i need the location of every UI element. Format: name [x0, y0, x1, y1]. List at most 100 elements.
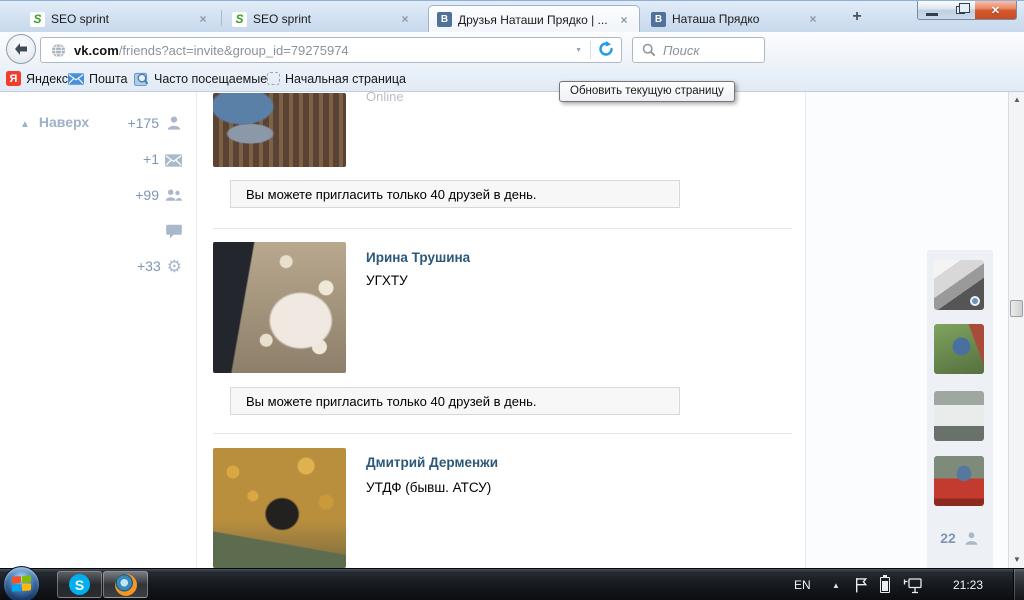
- scrollbar[interactable]: ▲ ▼: [1008, 92, 1024, 568]
- back-arrow-icon: [15, 43, 27, 55]
- new-tab-button[interactable]: +: [845, 8, 869, 27]
- minimize-button[interactable]: [917, 1, 947, 20]
- tab-separator: [221, 10, 222, 26]
- url-path: /friends?act=invite&group_id=79275974: [118, 42, 349, 58]
- skype-icon: S: [69, 574, 90, 595]
- bookmark-yandex[interactable]: Я Яндекс: [2, 66, 72, 91]
- person-icon: [165, 115, 182, 131]
- language-indicator[interactable]: EN: [794, 569, 811, 600]
- close-icon[interactable]: ×: [196, 12, 210, 26]
- online-status: Online: [366, 92, 404, 104]
- close-icon: ✕: [990, 4, 1001, 17]
- invite-limit-text: Вы можете пригласить только 40 друзей в …: [246, 393, 537, 409]
- bookmark-label: Яндекс: [26, 71, 69, 86]
- invited-count-row: 22: [927, 530, 993, 546]
- bookmark-frequent[interactable]: Часто посещаемые: [129, 66, 271, 91]
- invited-photo[interactable]: [934, 391, 984, 441]
- groups-counter[interactable]: +99: [60, 186, 182, 204]
- windows-logo-icon: [12, 575, 32, 593]
- person-icon: [963, 530, 980, 546]
- urlbar-dropdown-icon[interactable]: ▼: [567, 47, 590, 54]
- invite-limit-message: Вы можете пригласить только 40 друзей в …: [230, 180, 680, 208]
- network-button[interactable]: [903, 569, 923, 600]
- content-left-border: [196, 92, 197, 568]
- close-icon[interactable]: ×: [617, 13, 631, 27]
- bookmark-home-page[interactable]: Начальная страница: [263, 66, 410, 91]
- friend-university: УГХТУ: [366, 273, 408, 288]
- invited-photo[interactable]: [934, 324, 984, 374]
- battery-icon: [880, 575, 890, 593]
- close-button[interactable]: ✕: [975, 1, 1017, 20]
- groups-icon: [165, 187, 182, 203]
- search-box: [632, 37, 765, 63]
- taskbar-clock[interactable]: 21:23: [938, 569, 998, 600]
- search-input[interactable]: [663, 42, 753, 58]
- up-arrow-icon: ▲: [20, 119, 30, 130]
- friend-photo[interactable]: [213, 242, 346, 373]
- friend-name-link[interactable]: Дмитрий Дерменжи: [366, 455, 498, 470]
- url-bar[interactable]: vk.com/friends?act=invite&group_id=79275…: [40, 37, 622, 63]
- settings-counter[interactable]: +33 ⚙: [60, 257, 182, 275]
- list-separator: [213, 433, 792, 434]
- network-icon: [903, 577, 922, 593]
- bookmark-label: Часто посещаемые: [154, 71, 268, 86]
- magnifier-tile-icon: [133, 71, 149, 87]
- tab-title: SEO sprint: [253, 12, 312, 26]
- bookmark-mail[interactable]: Пошта: [64, 66, 132, 91]
- tray-expand-icon[interactable]: ▲: [832, 569, 840, 600]
- skype-taskbar-button[interactable]: S: [57, 571, 102, 598]
- tab-vk-profile[interactable]: В Наташа Прядко ×: [643, 5, 828, 33]
- minimize-icon: [926, 12, 938, 16]
- speech-bubble-icon: [165, 223, 182, 239]
- search-icon: [642, 43, 656, 57]
- yandex-icon: Я: [6, 71, 21, 86]
- invited-photo[interactable]: [934, 456, 984, 506]
- mail-envelope-icon: [68, 71, 84, 87]
- tab-seo-sprint-2[interactable]: S SEO sprint ×: [224, 5, 420, 33]
- list-separator: [213, 228, 792, 229]
- reload-button[interactable]: [591, 40, 621, 60]
- back-button[interactable]: [6, 34, 36, 64]
- site-globe-icon: [51, 42, 66, 58]
- friends-count: +175: [127, 115, 159, 131]
- scrollbar-thumb[interactable]: [1010, 300, 1023, 317]
- messages-count: +1: [143, 151, 159, 167]
- comments-counter[interactable]: [60, 222, 182, 240]
- tab-seo-sprint-1[interactable]: S SEO sprint ×: [22, 5, 218, 33]
- reload-tooltip: Обновить текущую страницу: [559, 81, 735, 102]
- invited-count: 22: [940, 530, 956, 546]
- tab-title: SEO sprint: [51, 12, 110, 26]
- friends-counter[interactable]: +175: [60, 114, 182, 132]
- messages-counter[interactable]: +1: [60, 150, 182, 168]
- envelope-icon: [165, 151, 182, 167]
- bookmark-label: Пошта: [89, 71, 128, 86]
- invite-limit-text: Вы можете пригласить только 40 друзей в …: [246, 186, 537, 202]
- navigation-toolbar: vk.com/friends?act=invite&group_id=79275…: [0, 32, 1024, 94]
- show-desktop-button[interactable]: [1013, 569, 1024, 600]
- friend-name-link[interactable]: Ирина Трушина: [366, 250, 470, 265]
- tab-vk-friends-active[interactable]: В Друзья Наташи Прядко | ... ×: [428, 5, 640, 33]
- flag-icon: [856, 578, 868, 593]
- scroll-up-icon[interactable]: ▲: [1009, 95, 1024, 104]
- firefox-icon: [114, 573, 137, 596]
- invite-limit-message: Вы можете пригласить только 40 друзей в …: [230, 387, 680, 415]
- settings-count: +33: [137, 258, 161, 274]
- close-icon[interactable]: ×: [806, 12, 820, 26]
- invited-friends-panel: 22: [927, 250, 993, 568]
- friend-photo[interactable]: [213, 93, 346, 167]
- maximize-button[interactable]: [946, 1, 976, 20]
- content-right-border: [805, 92, 806, 568]
- battery-button[interactable]: [880, 569, 890, 600]
- friend-photo[interactable]: [213, 448, 346, 568]
- browser-window: S SEO sprint × S SEO sprint × В Друзья Н…: [0, 0, 1024, 600]
- restore-icon: [956, 3, 970, 14]
- vk-favicon: В: [437, 12, 452, 27]
- start-button[interactable]: [3, 566, 40, 600]
- scroll-down-icon[interactable]: ▼: [1009, 555, 1024, 564]
- url-domain: vk.com: [74, 42, 119, 58]
- online-indicator: [970, 296, 980, 306]
- close-icon[interactable]: ×: [398, 12, 412, 26]
- action-center-button[interactable]: [854, 569, 869, 600]
- firefox-taskbar-button[interactable]: [103, 571, 148, 598]
- friend-university: УТДФ (бывш. АТСУ): [366, 480, 492, 495]
